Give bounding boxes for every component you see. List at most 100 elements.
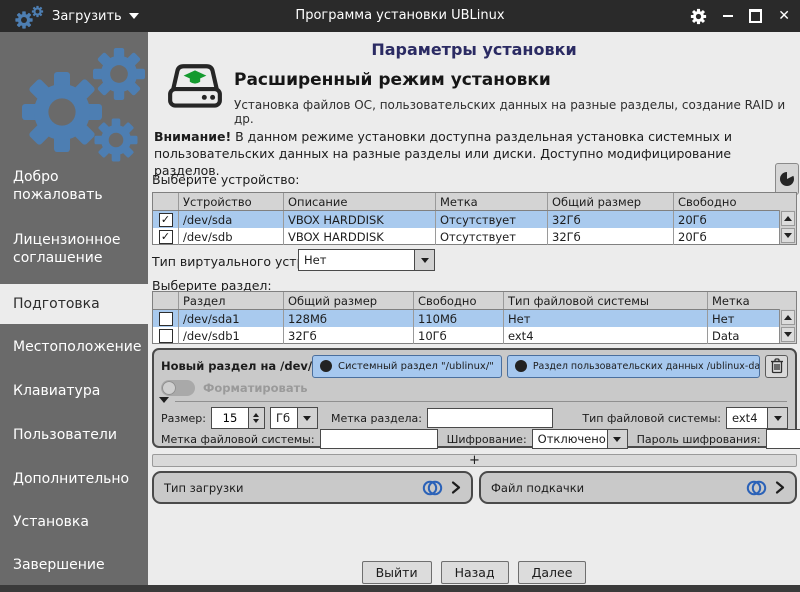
device-sdb-checkbox[interactable] (158, 229, 173, 244)
page-title: Параметры установки (371, 40, 577, 59)
installer-window: Загрузить Программа установки UBLinux ✕ … (0, 0, 800, 592)
fs-label-input[interactable] (319, 429, 438, 449)
maximize-button[interactable] (749, 9, 763, 23)
radio-dot-icon (320, 360, 332, 372)
password-label: Пароль шифрования: (636, 432, 761, 446)
format-toggle[interactable] (161, 380, 195, 396)
sidebar-item-users[interactable]: Пользователи (0, 426, 148, 444)
boot-type-expander[interactable]: Тип загрузки (152, 471, 473, 504)
size-label: Размер: (161, 411, 206, 425)
col-device: Устройство (179, 193, 284, 210)
expander-triangle-icon[interactable] (159, 397, 169, 403)
chevron-right-icon[interactable] (451, 480, 461, 495)
arrow-up-icon (784, 216, 792, 221)
partition-row-sda1[interactable]: /dev/sda1 128Мб 110Мб Нет Нет (153, 310, 796, 327)
col-free: Свободно (678, 194, 737, 209)
dropdown-button[interactable] (606, 430, 627, 448)
col-free: Свободно (414, 292, 504, 309)
pie-chart-icon (780, 171, 795, 186)
partition-table-header: Раздел Общий размер Свободно Тип файлово… (153, 292, 796, 310)
disk-usage-pie-button[interactable] (775, 163, 799, 195)
col-fs-type: Тип файловой системы (504, 292, 708, 309)
size-spinner[interactable] (210, 407, 265, 429)
window-bottom-border (0, 585, 800, 592)
warning-lead: Внимание! (154, 129, 232, 144)
gears-logo-icon (22, 48, 145, 162)
next-button[interactable]: Далее (517, 561, 587, 584)
toggle-icon[interactable] (746, 480, 767, 496)
partition-row-sdb1[interactable]: /dev/sdb1 32Гб 10Гб ext4 Data (153, 327, 796, 344)
scroll-up-button[interactable] (781, 211, 795, 226)
close-button[interactable]: ✕ (778, 9, 790, 23)
device-row-sda[interactable]: /dev/sda VBOX HARDDISK Отсутствует 32Гб … (153, 211, 796, 228)
sidebar-item-advanced[interactable]: Дополнительно (0, 470, 148, 488)
toggle-icon[interactable] (422, 480, 443, 496)
user-data-partition-button[interactable]: Раздел пользовательских данных /ublinux-… (506, 354, 760, 378)
mode-description: Установка файлов ОС, пользовательских да… (234, 98, 786, 126)
sidebar-item-location[interactable]: Местоположение (0, 338, 148, 356)
arrow-down-icon (784, 332, 792, 337)
encryption-password-input[interactable] (765, 429, 800, 449)
hard-drive-advanced-mode-icon (168, 64, 222, 108)
device-sda-checkbox[interactable] (158, 212, 173, 227)
col-total-size: Общий размер (284, 292, 414, 309)
settings-gear-icon[interactable] (690, 8, 707, 25)
partition-table: Раздел Общий размер Свободно Тип файлово… (152, 291, 797, 344)
chevron-right-icon[interactable] (775, 480, 785, 495)
back-button[interactable]: Назад (440, 561, 509, 584)
footer-buttons: Выйти Назад Далее (148, 561, 800, 584)
load-menu-label: Загрузить (52, 8, 122, 24)
swap-file-expander[interactable]: Файл подкачки (479, 471, 797, 504)
sidebar-item-keyboard[interactable]: Клавиатура (0, 382, 148, 400)
dropdown-button[interactable] (767, 408, 787, 428)
fs-type-select[interactable]: ext4 (726, 407, 788, 429)
device-row-sdb[interactable]: /dev/sdb VBOX HARDDISK Отсутствует 32Гб … (153, 228, 796, 245)
scroll-down-button[interactable] (781, 327, 795, 342)
sidebar-item-license[interactable]: Лицензионное соглашение (0, 231, 148, 268)
delete-partition-button[interactable] (765, 354, 788, 378)
chevron-down-icon (128, 13, 139, 19)
scroll-down-button[interactable] (781, 228, 795, 243)
swap-file-label: Файл подкачки (491, 480, 585, 495)
spinner-buttons[interactable] (247, 407, 265, 429)
sidebar-item-preparation[interactable]: Подготовка (0, 284, 148, 324)
toggle-knob (162, 381, 176, 395)
titlebar: Загрузить Программа установки UBLinux ✕ (0, 0, 800, 32)
partition-label-input[interactable] (426, 408, 553, 428)
device-table: Устройство Описание Метка Общий размер С… (152, 192, 797, 245)
size-unit-select[interactable]: Гб (269, 407, 318, 429)
dropdown-button[interactable] (296, 408, 317, 428)
trash-icon (770, 358, 783, 374)
load-menu-button[interactable]: Загрузить (52, 0, 139, 32)
virtual-device-select[interactable]: Нет (298, 249, 435, 271)
new-partition-title: Новый раздел на /dev/sdb (161, 359, 336, 373)
chevron-down-icon (773, 415, 782, 421)
encryption-label: Шифрование: (446, 432, 527, 446)
main-content: Параметры установки Расширенный режим ус… (148, 32, 800, 585)
mode-title: Расширенный режим установки (234, 70, 551, 90)
arrow-down-icon (784, 233, 792, 238)
fs-type-label: Тип файловой системы: (582, 411, 721, 425)
sidebar-item-welcome[interactable]: Добро пожаловать (0, 168, 148, 205)
radio-dot-icon (514, 360, 527, 372)
partition-sdb1-checkbox[interactable] (158, 328, 173, 343)
minimize-button[interactable] (723, 15, 734, 17)
encryption-select[interactable]: Отключено (531, 429, 628, 449)
divider (175, 401, 787, 402)
size-input[interactable] (210, 407, 248, 429)
app-logo-gears-icon (15, 5, 44, 29)
new-partition-panel: Новый раздел на /dev/sdb Системный разде… (152, 348, 800, 449)
partition-table-scrollbar[interactable] (779, 309, 796, 343)
col-label: Метка (436, 193, 548, 210)
dropdown-button[interactable] (414, 250, 434, 270)
sidebar-item-install[interactable]: Установка (0, 513, 148, 531)
add-partition-bar[interactable]: + (152, 454, 797, 467)
partition-sda1-checkbox[interactable] (158, 311, 173, 326)
device-table-scrollbar[interactable] (779, 210, 796, 244)
col-description: Описание (284, 193, 436, 210)
system-partition-button[interactable]: Системный раздел "/ublinux/" (312, 354, 502, 378)
exit-button[interactable]: Выйти (361, 561, 432, 584)
spin-down-icon (253, 419, 260, 423)
scroll-up-button[interactable] (781, 310, 795, 325)
sidebar-item-finish[interactable]: Завершение (0, 556, 148, 574)
